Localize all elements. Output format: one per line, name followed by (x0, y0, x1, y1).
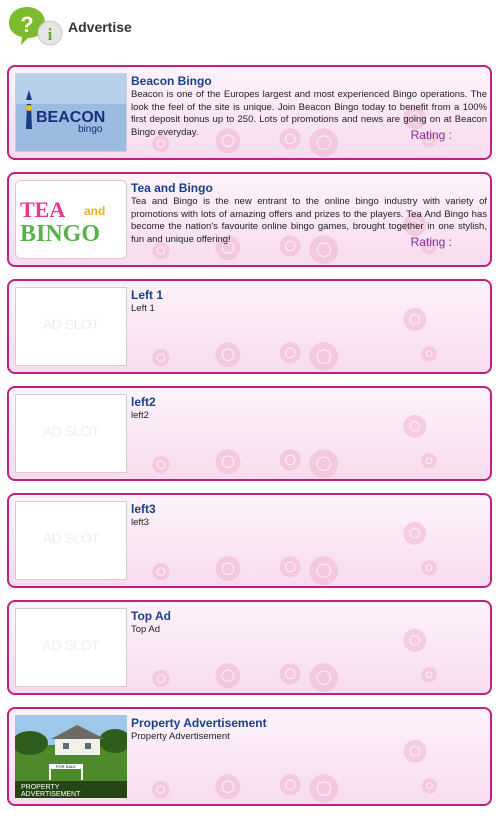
ad-description: Left 1 (131, 303, 155, 314)
house-for-sale-photo[interactable]: FOR SALE PROPERTY ADVERTISEMENT (15, 715, 127, 798)
ad-title[interactable]: Top Ad (131, 609, 171, 623)
ad-slot-text: AD SLOT (42, 637, 100, 653)
photo-caption-line-1: PROPERTY (21, 784, 60, 791)
ad-slot-placeholder[interactable]: AD SLOT (15, 501, 127, 580)
page-title: Advertise (68, 19, 132, 35)
ad-rating-label: Rating : (410, 128, 452, 142)
ad-title[interactable]: Beacon Bingo (131, 74, 212, 88)
ad-card-left-1[interactable]: AD SLOT Left 1 Left 1 (7, 279, 492, 374)
ad-title[interactable]: Tea and Bingo (131, 181, 213, 195)
ad-slot-text: AD SLOT (42, 316, 100, 332)
tea-and-bingo-logo[interactable]: TEA and BINGO (15, 180, 127, 259)
ad-card-top-ad[interactable]: AD SLOT Top Ad Top Ad (7, 600, 492, 695)
ad-title[interactable]: left3 (131, 502, 156, 516)
beacon-logo-subtext: bingo (78, 124, 103, 135)
svg-text:i: i (48, 25, 53, 44)
page-header: ? i Advertise (0, 0, 500, 58)
ad-slot-placeholder[interactable]: AD SLOT (15, 394, 127, 473)
ad-card-beacon-bingo[interactable]: BEACON bingo Beacon Bingo Beacon is one … (7, 65, 492, 160)
ad-description: left2 (131, 410, 149, 421)
ad-description: Property Advertisement (131, 731, 230, 742)
svg-text:?: ? (20, 12, 33, 37)
beacon-bingo-logo[interactable]: BEACON bingo (15, 73, 127, 152)
photo-caption-line-2: ADVERTISEMENT (21, 791, 81, 798)
ad-slot-placeholder[interactable]: AD SLOT (15, 608, 127, 687)
ad-slot-text: AD SLOT (42, 423, 100, 439)
ad-slot-text: AD SLOT (42, 530, 100, 546)
ad-title[interactable]: Left 1 (131, 288, 163, 302)
ad-card-left3[interactable]: AD SLOT left3 left3 (7, 493, 492, 588)
ad-card-left2[interactable]: AD SLOT left2 left2 (7, 386, 492, 481)
question-info-bubbles-icon: ? i (9, 7, 63, 46)
ad-slot-placeholder[interactable]: AD SLOT (15, 287, 127, 366)
tea-logo-text: TEA (20, 197, 65, 222)
ad-card-tea-and-bingo[interactable]: TEA and BINGO Tea and Bingo Tea and Bing… (7, 172, 492, 267)
bingo-logo-text: BINGO (20, 221, 100, 247)
ad-rating-label: Rating : (410, 235, 452, 249)
ad-title[interactable]: left2 (131, 395, 156, 409)
for-sale-sign-text: FOR SALE (56, 764, 76, 769)
ad-card-property-advertisement[interactable]: FOR SALE PROPERTY ADVERTISEMENT Property… (7, 707, 492, 806)
ad-title[interactable]: Property Advertisement (131, 716, 267, 730)
tea-logo-and-text: and (84, 204, 105, 218)
ad-description: Top Ad (131, 624, 161, 635)
ad-description: left3 (131, 517, 149, 528)
